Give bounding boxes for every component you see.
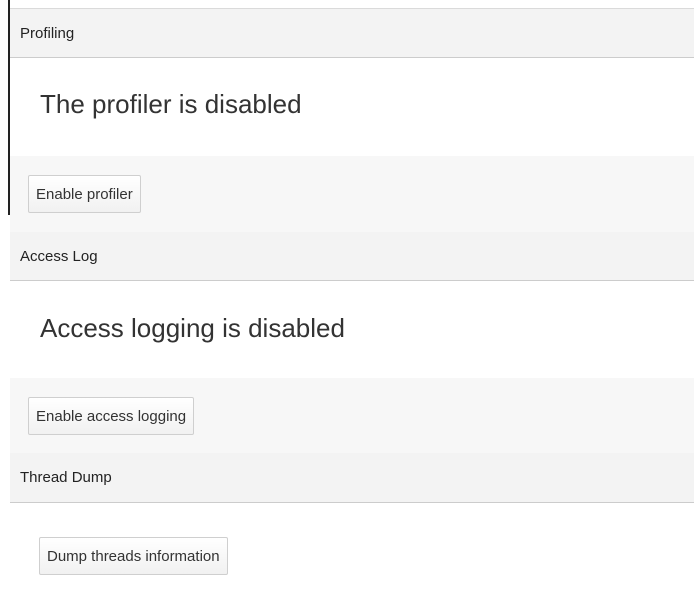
dump-threads-button[interactable]: Dump threads information bbox=[39, 537, 228, 575]
access-log-header-label: Access Log bbox=[20, 247, 98, 265]
thread-dump-header-label: Thread Dump bbox=[20, 469, 112, 486]
profiling-status-area: The profiler is disabled bbox=[10, 58, 694, 156]
thread-dump-section-header: Thread Dump bbox=[10, 453, 694, 503]
profiling-section-header: Profiling bbox=[10, 8, 694, 58]
profiling-action-area: Enable profiler bbox=[10, 156, 694, 232]
access-log-status-area: Access logging is disabled bbox=[10, 281, 694, 378]
access-logging-status-text: Access logging is disabled bbox=[40, 313, 345, 343]
profiler-status-text: The profiler is disabled bbox=[40, 89, 302, 119]
access-log-action-area: Enable access logging bbox=[10, 378, 694, 453]
enable-access-logging-button[interactable]: Enable access logging bbox=[28, 397, 195, 435]
access-log-section-header: Access Log bbox=[10, 232, 694, 281]
thread-dump-action-area: Dump threads information bbox=[10, 503, 694, 605]
enable-profiler-button[interactable]: Enable profiler bbox=[28, 175, 141, 213]
server-diagnostics-panel: Profiling The profiler is disabled Enabl… bbox=[0, 0, 694, 605]
profiling-header-label: Profiling bbox=[20, 24, 75, 42]
